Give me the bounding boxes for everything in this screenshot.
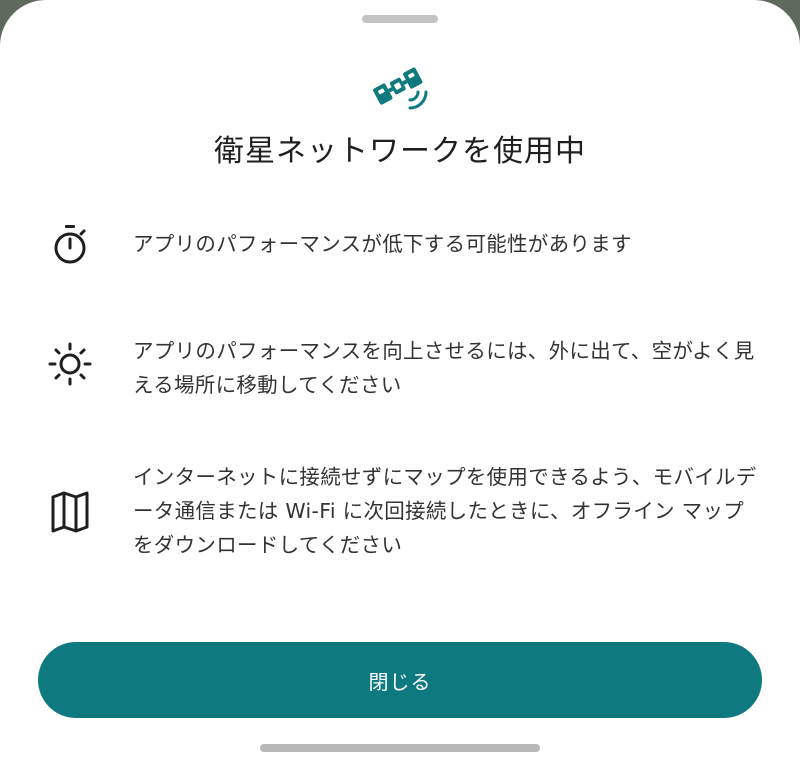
info-text-performance: アプリのパフォーマンスが低下する可能性があります xyxy=(133,232,632,256)
info-text-sky-view: アプリのパフォーマンスを向上させるには、外に出て、空がよく見える場所に移動してく… xyxy=(133,339,755,397)
satellite-icon xyxy=(373,67,428,110)
drag-handle[interactable] xyxy=(362,15,438,23)
info-item-sky-view: アプリのパフォーマンスを向上させるには、外に出て、空がよく見える場所に移動してく… xyxy=(0,332,800,402)
info-text-offline-maps: インターネットに接続せずにマップを使用できるよう、モバイルデータ通信または Wi… xyxy=(133,465,757,557)
info-item-performance: アプリのパフォーマンスが低下する可能性があります xyxy=(0,220,800,270)
home-gesture-bar[interactable] xyxy=(260,744,540,752)
dialog-title: 衛星ネットワークを使用中 xyxy=(214,134,586,169)
sun-icon xyxy=(48,342,92,386)
map-icon xyxy=(51,491,89,533)
satellite-network-sheet: 衛星ネットワークを使用中 アプリのパフォーマンスが低下する可能性があります アプ… xyxy=(0,0,800,764)
timer-icon xyxy=(54,225,86,264)
info-item-offline-maps: インターネットに接続せずにマップを使用できるよう、モバイルデータ通信または Wi… xyxy=(0,460,800,564)
close-button[interactable]: 閉じる xyxy=(38,642,762,718)
